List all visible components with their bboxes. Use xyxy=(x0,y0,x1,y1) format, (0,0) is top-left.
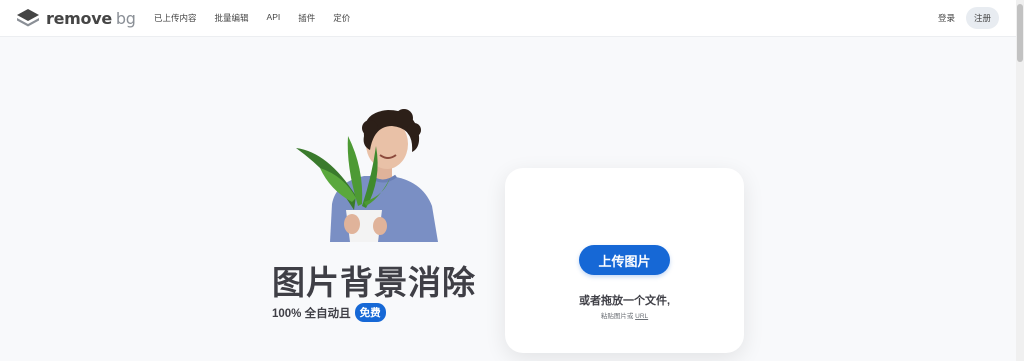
hero-person-with-plant-image xyxy=(296,109,438,242)
logo-text: remove bg xyxy=(46,8,136,28)
signup-button[interactable]: 注册 xyxy=(966,7,999,29)
hero-subline: 100% 全自动且 免费 xyxy=(272,303,386,322)
paste-url-link[interactable]: URL xyxy=(635,313,648,320)
logo-layers-icon xyxy=(17,9,39,27)
top-navbar: remove bg 已上传内容 批量编辑 API 插件 定价 登录 注册 xyxy=(0,0,1016,37)
upload-dropzone-card[interactable]: 上传图片 或者拖放一个文件, 粘贴图片或 URL xyxy=(505,168,744,353)
main-nav: 已上传内容 批量编辑 API 插件 定价 xyxy=(154,12,350,24)
hero-headline: 图片背景消除 xyxy=(272,264,476,301)
upload-image-button[interactable]: 上传图片 xyxy=(579,245,670,275)
logo[interactable]: remove bg xyxy=(16,8,136,28)
paste-hint: 粘贴图片或 URL xyxy=(505,310,744,320)
hero-subline-text: 100% 全自动且 xyxy=(272,307,351,320)
nav-item-api[interactable]: API xyxy=(267,12,281,24)
paste-hint-text: 粘贴图片或 xyxy=(600,313,634,320)
free-badge: 免费 xyxy=(354,303,386,322)
drop-file-text: 或者拖放一个文件, xyxy=(578,295,671,307)
nav-item-plugins[interactable]: 插件 xyxy=(298,12,315,24)
login-link[interactable]: 登录 xyxy=(938,12,955,24)
nav-item-uploads[interactable]: 已上传内容 xyxy=(154,12,197,24)
nav-item-pricing[interactable]: 定价 xyxy=(333,12,350,24)
scrollbar-thumb[interactable] xyxy=(1017,4,1023,62)
nav-item-bulk-edit[interactable]: 批量编辑 xyxy=(215,12,249,24)
